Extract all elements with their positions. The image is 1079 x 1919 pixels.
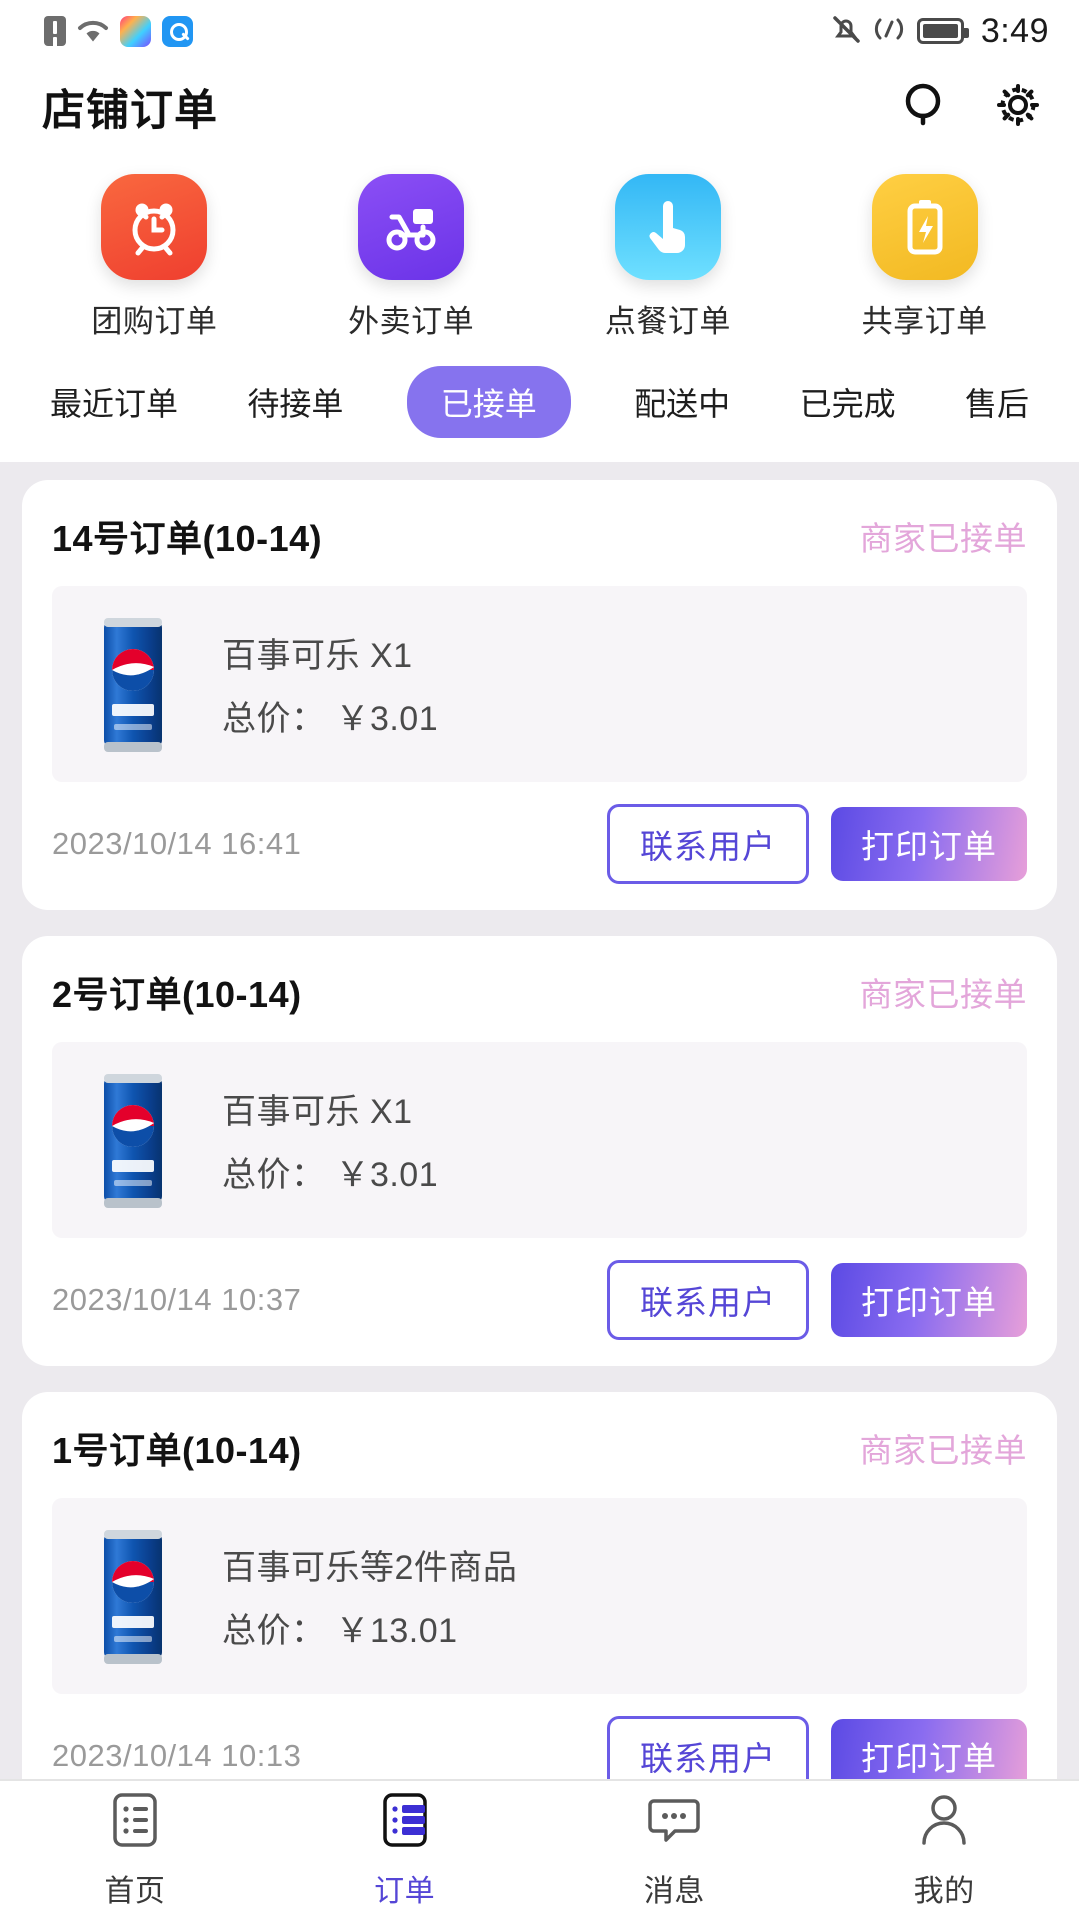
price-value: ￥13.01	[335, 1612, 458, 1650]
status-badge: 商家已接单	[859, 520, 1027, 557]
order-list-icon	[377, 1791, 433, 1854]
header-actions	[901, 80, 1043, 135]
battery-bolt-icon	[871, 174, 978, 280]
nav-item-messages[interactable]: 消息	[540, 1781, 810, 1919]
list-page-icon	[107, 1791, 163, 1854]
category-item-shared[interactable]: 共享订单	[796, 174, 1053, 342]
price-label: 总价：	[222, 1156, 326, 1194]
price-value: ￥3.01	[335, 700, 439, 738]
order-goods[interactable]: 百事可乐 X1 总价： ￥3.01	[52, 586, 1027, 782]
nav-item-profile[interactable]: 我的	[809, 1781, 1079, 1919]
print-order-button[interactable]: 打印订单	[831, 1263, 1027, 1337]
app-gallery-icon	[120, 15, 151, 47]
goods-info: 百事可乐等2件商品 总价： ￥13.01	[222, 1540, 517, 1652]
product-price: 总价： ￥3.01	[222, 691, 438, 740]
contact-user-button[interactable]: 联系用户	[607, 804, 809, 884]
tab-delivering[interactable]: 配送中	[628, 367, 736, 437]
nav-label: 我的	[913, 1874, 975, 1908]
tab-recent-orders[interactable]: 最近订单	[44, 367, 184, 437]
pepsi-can-icon	[78, 1520, 188, 1672]
product-price: 总价： ￥13.01	[222, 1603, 517, 1652]
nav-label: 消息	[643, 1874, 705, 1908]
order-title: 1号订单(10-14)	[52, 1430, 302, 1471]
status-bar-left-icons	[44, 15, 193, 47]
nav-item-home[interactable]: 首页	[0, 1781, 270, 1919]
category-shortcuts: 团购订单 外卖订单 点餐订单 共享订单	[0, 152, 1079, 342]
goods-info: 百事可乐 X1 总价： ￥3.01	[222, 1084, 438, 1196]
status-bar-clock: 3:49	[980, 11, 1049, 50]
person-icon	[915, 1791, 973, 1854]
order-goods[interactable]: 百事可乐 X1 总价： ￥3.01	[52, 1042, 1027, 1238]
category-label: 团购订单	[91, 304, 218, 339]
pepsi-can-icon	[78, 608, 188, 760]
order-card-header: 14号订单(10-14) 商家已接单	[52, 510, 1027, 586]
print-order-button[interactable]: 打印订单	[831, 807, 1027, 881]
bottom-navigation: 首页 订单 消息 我的	[0, 1779, 1079, 1919]
order-card-header: 2号订单(10-14) 商家已接单	[52, 966, 1027, 1042]
price-label: 总价：	[222, 1612, 326, 1650]
order-actions: 联系用户 打印订单	[607, 1260, 1027, 1340]
order-actions: 联系用户 打印订单	[607, 804, 1027, 884]
chat-bubble-icon	[645, 1791, 703, 1854]
order-filter-tabs: 最近订单 待接单 已接单 配送中 已完成 售后	[0, 342, 1079, 462]
price-value: ￥3.01	[335, 1156, 439, 1194]
order-time: 2023/10/14 10:13	[52, 1738, 302, 1773]
nav-label: 首页	[104, 1874, 166, 1908]
order-card-footer: 2023/10/14 10:13 联系用户 打印订单	[52, 1694, 1027, 1779]
contact-user-button[interactable]: 联系用户	[607, 1716, 809, 1779]
contact-user-button[interactable]: 联系用户	[607, 1260, 809, 1340]
alarm-clock-icon	[101, 174, 208, 280]
category-label: 共享订单	[861, 304, 988, 339]
nav-item-orders[interactable]: 订单	[270, 1781, 540, 1919]
order-title: 14号订单(10-14)	[52, 518, 323, 559]
app-header: 店铺订单	[0, 62, 1079, 152]
tab-aftersales[interactable]: 售后	[959, 367, 1035, 437]
product-price: 总价： ￥3.01	[222, 1147, 438, 1196]
status-badge: 商家已接单	[859, 1432, 1027, 1469]
product-name: 百事可乐 X1	[222, 637, 413, 675]
order-card[interactable]: 2号订单(10-14) 商家已接单 百事可乐 X1 总价： ￥3.01 2023…	[22, 936, 1057, 1366]
do-not-disturb-icon	[874, 14, 904, 49]
order-card[interactable]: 1号订单(10-14) 商家已接单 百事可乐等2件商品 总价： ￥13.01 2…	[22, 1392, 1057, 1779]
category-label: 点餐订单	[604, 304, 731, 339]
order-list[interactable]: 14号订单(10-14) 商家已接单 百事可乐 X1 总价： ￥3.01 202…	[0, 462, 1079, 1779]
notification-muted-icon	[831, 13, 861, 50]
category-item-groupbuy[interactable]: 团购订单	[26, 174, 283, 342]
price-label: 总价：	[222, 700, 326, 738]
phone-screen: 3:49 店铺订单 团购订单 外卖订单 点餐订单 共享订单 最近订单 待接单 已…	[0, 0, 1079, 1919]
pepsi-can-icon	[78, 1064, 188, 1216]
order-time: 2023/10/14 16:41	[52, 826, 302, 861]
print-order-button[interactable]: 打印订单	[831, 1719, 1027, 1779]
scooter-icon	[358, 174, 465, 280]
order-actions: 联系用户 打印订单	[607, 1716, 1027, 1779]
search-app-icon	[162, 15, 193, 47]
nav-label: 订单	[374, 1874, 436, 1908]
status-bar-right-icons: 3:49	[831, 12, 1049, 51]
order-time: 2023/10/14 10:37	[52, 1282, 302, 1317]
status-badge: 商家已接单	[859, 976, 1027, 1013]
tap-hand-icon	[614, 174, 721, 280]
goods-info: 百事可乐 X1 总价： ￥3.01	[222, 628, 438, 740]
category-item-delivery[interactable]: 外卖订单	[283, 174, 540, 342]
order-card[interactable]: 14号订单(10-14) 商家已接单 百事可乐 X1 总价： ￥3.01 202…	[22, 480, 1057, 910]
order-card-header: 1号订单(10-14) 商家已接单	[52, 1422, 1027, 1498]
wifi-icon	[77, 16, 109, 46]
order-title: 2号订单(10-14)	[52, 974, 302, 1015]
tab-accepted[interactable]: 已接单	[406, 366, 571, 438]
search-icon[interactable]	[901, 80, 951, 135]
order-card-footer: 2023/10/14 10:37 联系用户 打印订单	[52, 1238, 1027, 1366]
order-card-footer: 2023/10/14 16:41 联系用户 打印订单	[52, 782, 1027, 910]
product-name: 百事可乐等2件商品	[222, 1549, 518, 1587]
tab-pending-accept[interactable]: 待接单	[241, 367, 349, 437]
order-goods[interactable]: 百事可乐等2件商品 总价： ￥13.01	[52, 1498, 1027, 1694]
page-title: 店铺订单	[42, 87, 218, 135]
tab-completed[interactable]: 已完成	[794, 367, 902, 437]
category-item-dinein[interactable]: 点餐订单	[540, 174, 797, 342]
product-name: 百事可乐 X1	[222, 1093, 413, 1131]
category-label: 外卖订单	[348, 304, 475, 339]
battery-icon	[916, 18, 969, 44]
status-bar: 3:49	[0, 0, 1079, 62]
sim-card-icon	[44, 16, 66, 46]
gear-icon[interactable]	[993, 80, 1043, 135]
